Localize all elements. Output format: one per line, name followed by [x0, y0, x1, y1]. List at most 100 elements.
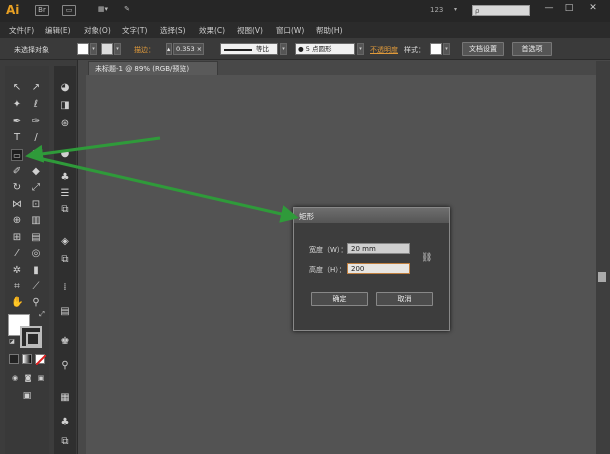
- color-guide-icon[interactable]: ◨: [59, 100, 71, 112]
- free-transform-tool-icon[interactable]: ⊡: [30, 199, 42, 211]
- gradient-tool-icon[interactable]: ▤: [30, 232, 42, 244]
- height-label: 高度（H）：: [309, 266, 346, 274]
- menu-help[interactable]: 帮助(H): [316, 25, 343, 36]
- dialog-title-bar[interactable]: 矩形: [294, 208, 449, 223]
- stroke-panel-icon[interactable]: ☰: [59, 188, 71, 200]
- width-input[interactable]: 20 mm: [347, 243, 410, 254]
- stroke-label[interactable]: 描边：: [134, 45, 155, 55]
- gpu-icon[interactable]: ✎: [120, 5, 134, 16]
- close-button[interactable]: ✕: [584, 2, 602, 14]
- brushes-panel-icon[interactable]: ●: [59, 148, 71, 160]
- symbol-sprayer-tool-icon[interactable]: ✲: [11, 265, 23, 277]
- scrollbar-thumb[interactable]: [598, 272, 606, 282]
- menu-type[interactable]: 文字(T): [122, 25, 147, 36]
- graphic-style-swatch[interactable]: [430, 43, 442, 55]
- appearance-panel-icon[interactable]: ⧉: [59, 204, 71, 216]
- fill-dropdown[interactable]: ▾: [90, 43, 97, 55]
- scale-tool-icon[interactable]: ⤢: [30, 182, 42, 194]
- none-mode-icon[interactable]: [35, 354, 46, 365]
- direct-selection-tool-icon[interactable]: ↗: [30, 82, 42, 94]
- blend-tool-icon[interactable]: ◎: [30, 248, 42, 260]
- menu-window[interactable]: 窗口(W): [276, 25, 304, 36]
- selection-tool-icon[interactable]: ↖: [11, 82, 23, 94]
- cancel-button[interactable]: 取消: [376, 292, 433, 306]
- curvature-tool-icon[interactable]: ✑: [30, 116, 42, 128]
- default-colors-icon[interactable]: ◪: [6, 336, 18, 348]
- rotate-tool-icon[interactable]: ↻: [11, 182, 23, 194]
- perspective-grid-tool-icon[interactable]: ▥: [30, 215, 42, 227]
- ok-button[interactable]: 确定: [311, 292, 368, 306]
- document-setup-button[interactable]: 文档设置: [462, 42, 504, 56]
- links-panel-icon[interactable]: ⧉: [59, 436, 71, 448]
- brush-definition[interactable]: ● 5 点圆形: [295, 43, 355, 55]
- column-graph-tool-icon[interactable]: ▮: [30, 265, 42, 277]
- type-tool-icon[interactable]: T: [11, 132, 23, 144]
- magic-wand-tool-icon[interactable]: ✦: [11, 99, 23, 111]
- eraser-tool-icon[interactable]: ◆: [30, 166, 42, 178]
- rectangle-tool-icon[interactable]: ▭: [11, 149, 23, 161]
- shaper-tool-icon[interactable]: ✐: [11, 166, 23, 178]
- opacity-label[interactable]: 不透明度: [370, 45, 398, 55]
- character-panel-icon[interactable]: ♚: [59, 336, 71, 348]
- transform-panel-icon[interactable]: ▤: [59, 306, 71, 318]
- maximize-button[interactable]: □: [560, 2, 578, 14]
- title-bar: Ai Br ▭ ▦▾ ✎ 123 ▾ ρ — □ ✕: [0, 0, 610, 22]
- menu-file[interactable]: 文件(F): [9, 25, 34, 36]
- pen-tool-icon[interactable]: ✒: [11, 116, 23, 128]
- symbols-panel-icon[interactable]: ♣: [59, 172, 71, 184]
- screen-mode-icon[interactable]: ▣: [21, 390, 33, 402]
- mesh-tool-icon[interactable]: ⊞: [11, 232, 23, 244]
- stroke-color-swatch[interactable]: [101, 43, 113, 55]
- shape-builder-tool-icon[interactable]: ⊕: [11, 215, 23, 227]
- color-panel-icon[interactable]: ◕: [59, 82, 71, 94]
- slice-tool-icon[interactable]: ⟋: [30, 281, 42, 293]
- search-input[interactable]: ρ: [472, 5, 530, 16]
- menu-edit[interactable]: 编辑(E): [45, 25, 71, 36]
- paragraph-panel-icon[interactable]: ⚲: [59, 360, 71, 372]
- width-tool-icon[interactable]: ⋈: [11, 199, 23, 211]
- swatches-panel-icon[interactable]: ⊛: [59, 118, 71, 130]
- bridge-icon[interactable]: Br: [35, 5, 49, 16]
- stroke-weight-input[interactable]: 0.353 ×: [173, 43, 204, 55]
- artboards-panel-icon[interactable]: ⧉: [59, 254, 71, 266]
- vertical-scrollbar[interactable]: [596, 61, 610, 454]
- gradient-mode-icon[interactable]: [22, 354, 32, 364]
- layers-panel-icon[interactable]: ◈: [59, 236, 71, 248]
- menu-effect[interactable]: 效果(C): [199, 25, 225, 36]
- draw-inside-icon[interactable]: ▣: [35, 372, 47, 384]
- style-dropdown[interactable]: ▾: [443, 43, 450, 55]
- height-input[interactable]: 200: [347, 263, 410, 274]
- preferences-button[interactable]: 首选项: [512, 42, 552, 56]
- align-panel-icon[interactable]: ⁞: [59, 282, 71, 294]
- arrange-documents-icon[interactable]: ▦▾: [93, 5, 113, 16]
- brush-dropdown[interactable]: ▾: [357, 43, 364, 55]
- opentype-panel-icon[interactable]: ▦: [59, 392, 71, 404]
- paintbrush-tool-icon[interactable]: ✎: [30, 149, 42, 161]
- document-tab[interactable]: 未标题-1 @ 89% (RGB/预览): [88, 61, 218, 75]
- color-mode-icon[interactable]: [9, 354, 19, 364]
- lasso-tool-icon[interactable]: ℓ: [30, 99, 42, 111]
- graphic-styles-icon[interactable]: ♣: [59, 417, 71, 429]
- swap-colors-icon[interactable]: ⤢: [36, 308, 48, 320]
- stroke-color-box[interactable]: [20, 326, 42, 348]
- stock-icon[interactable]: ▭: [62, 5, 76, 16]
- draw-normal-icon[interactable]: ◉: [9, 372, 21, 384]
- eyedropper-tool-icon[interactable]: ⁄: [11, 248, 23, 260]
- constrain-proportions-icon[interactable]: ⛓: [421, 252, 432, 264]
- stroke-stepper[interactable]: ▴: [166, 43, 172, 55]
- minimize-button[interactable]: —: [540, 2, 558, 14]
- menu-object[interactable]: 对象(O): [84, 25, 111, 36]
- variable-width-profile[interactable]: 等比: [220, 43, 278, 55]
- rectangle-dialog: 矩形 宽度（W）： 20 mm 高度（H）： 200 ⛓ 确定 取消: [293, 207, 450, 331]
- draw-behind-icon[interactable]: ◙: [22, 372, 34, 384]
- hand-tool-icon[interactable]: ✋: [11, 297, 23, 309]
- artboard-tool-icon[interactable]: ⌗: [11, 281, 23, 293]
- fill-color-swatch[interactable]: [77, 43, 89, 55]
- illustrator-window: Ai Br ▭ ▦▾ ✎ 123 ▾ ρ — □ ✕ 文件(F) 编辑(E) 对…: [0, 0, 610, 454]
- menu-select[interactable]: 选择(S): [160, 25, 186, 36]
- line-tool-icon[interactable]: /: [30, 132, 42, 144]
- profile-dropdown[interactable]: ▾: [280, 43, 287, 55]
- menu-view[interactable]: 视图(V): [237, 25, 263, 36]
- chevron-down-icon[interactable]: ▾: [454, 6, 457, 13]
- stroke-dropdown[interactable]: ▾: [114, 43, 121, 55]
